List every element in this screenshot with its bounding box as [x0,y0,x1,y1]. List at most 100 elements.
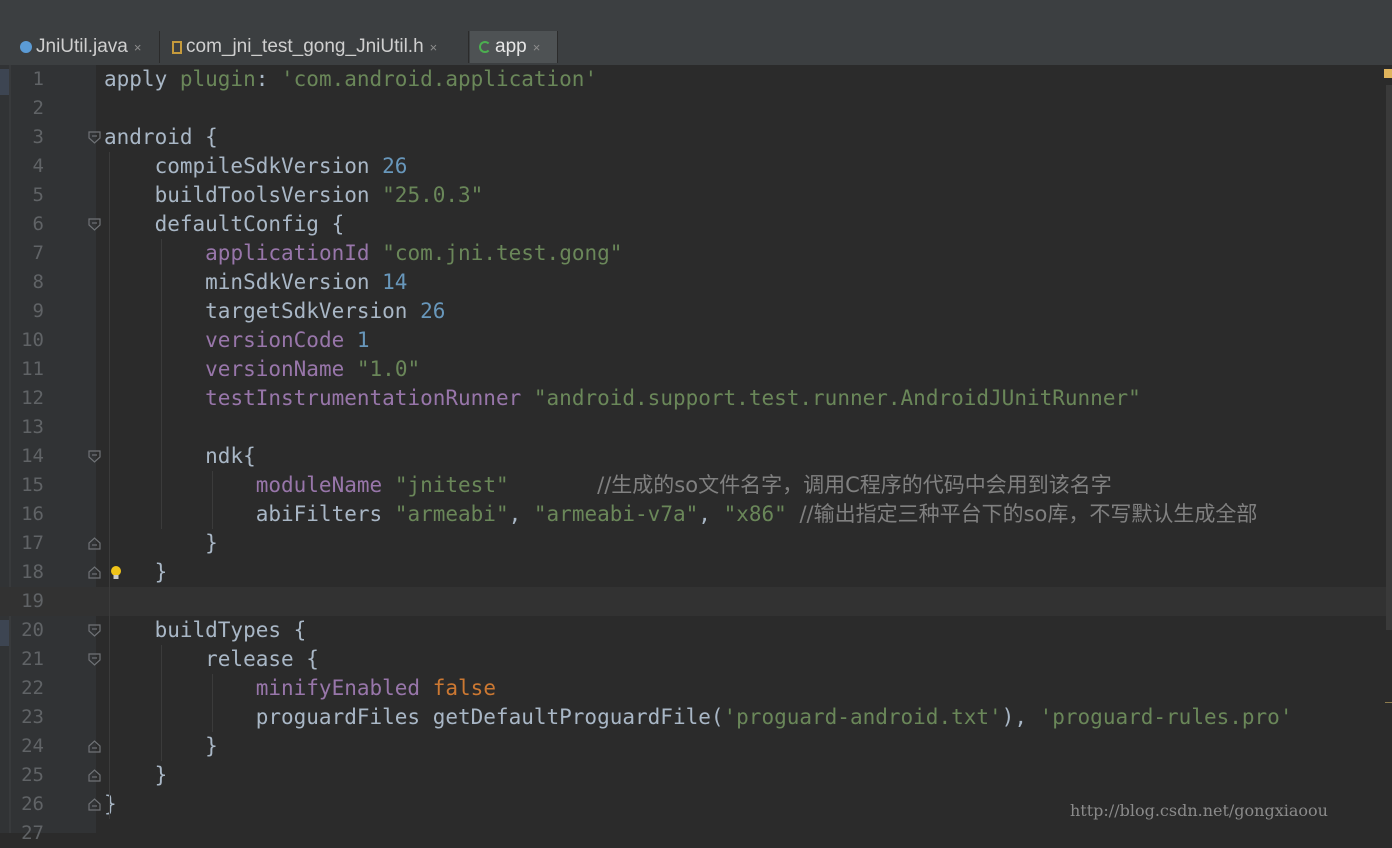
code-line[interactable]: 20 buildTypes { [0,616,1392,645]
code-text[interactable]: buildToolsVersion "25.0.3" [104,181,484,210]
line-number[interactable]: 15 [18,471,44,500]
fold-open-icon[interactable] [88,450,101,463]
code-text[interactable]: buildTypes { [104,616,307,645]
line-number[interactable]: 8 [18,268,44,297]
fold-close-icon[interactable] [88,740,101,753]
line-number[interactable]: 24 [18,732,44,761]
code-line[interactable]: 9 targetSdkVersion 26 [0,297,1392,326]
line-number[interactable]: 14 [18,442,44,471]
code-line[interactable]: 1 apply plugin: 'com.android.application' [0,65,1392,94]
code-line[interactable]: 10 versionCode 1 [0,326,1392,355]
code-text[interactable]: moduleName "jnitest" //生成的so文件名字，调用C程序的代… [104,471,1112,500]
code-line[interactable]: 3 android { [0,123,1392,152]
code-text[interactable]: minSdkVersion 14 [104,268,407,297]
code-line[interactable]: 8 minSdkVersion 14 [0,268,1392,297]
line-number[interactable]: 2 [18,94,44,123]
line-number[interactable]: 20 [18,616,44,645]
line-number[interactable]: 5 [18,181,44,210]
line-number[interactable]: 11 [18,355,44,384]
code-text[interactable]: targetSdkVersion 26 [104,297,445,326]
code-text[interactable]: minifyEnabled false [104,674,496,703]
tab-jniutil-java[interactable]: JniUtil.java × [11,31,160,63]
code-line[interactable]: 15 moduleName "jnitest" //生成的so文件名字，调用C程… [0,471,1392,500]
close-icon[interactable]: × [134,40,142,55]
code-line[interactable]: 12 testInstrumentationRunner "android.su… [0,384,1392,413]
code-text[interactable]: android { [104,123,218,152]
line-number[interactable]: 25 [18,761,44,790]
code-text[interactable]: abiFilters "armeabi", "armeabi-v7a", "x8… [104,500,1258,529]
code-line[interactable]: 25 } [0,761,1392,790]
line-number[interactable]: 23 [18,703,44,732]
code-line[interactable]: 27 [0,819,1392,848]
line-number[interactable]: 9 [18,297,44,326]
fold-open-icon[interactable] [88,653,101,666]
fold-close-icon[interactable] [88,769,101,782]
code-line[interactable]: 4 compileSdkVersion 26 [0,152,1392,181]
code-token: , [508,502,534,526]
fold-open-icon[interactable] [88,624,101,637]
fold-open-icon[interactable] [88,131,101,144]
code-line[interactable]: 5 buildToolsVersion "25.0.3" [0,181,1392,210]
code-line[interactable]: 18 } [0,558,1392,587]
line-number[interactable]: 27 [18,819,44,848]
fold-open-icon[interactable] [88,218,101,231]
code-line[interactable]: 6 defaultConfig { [0,210,1392,239]
code-line[interactable]: 11 versionName "1.0" [0,355,1392,384]
code-text[interactable]: } [104,761,168,790]
fold-close-icon[interactable] [88,566,101,579]
line-number[interactable]: 17 [18,529,44,558]
line-number[interactable]: 26 [18,790,44,819]
line-number[interactable]: 21 [18,645,44,674]
line-number[interactable]: 4 [18,152,44,181]
line-number[interactable]: 7 [18,239,44,268]
tab-app-gradle[interactable]: app × [470,31,558,63]
line-number[interactable]: 19 [18,587,44,616]
code-text[interactable]: compileSdkVersion 26 [104,152,408,181]
lightbulb-icon[interactable] [109,565,123,581]
line-number[interactable]: 16 [18,500,44,529]
code-line[interactable]: 7 applicationId "com.jni.test.gong" [0,239,1392,268]
close-icon[interactable]: × [430,40,438,55]
code-token: 1 [356,328,370,352]
code-text[interactable]: testInstrumentationRunner "android.suppo… [104,384,1141,413]
code-line[interactable]: 21 release { [0,645,1392,674]
code-line[interactable]: 22 minifyEnabled false [0,674,1392,703]
code-line[interactable]: 23 proguardFiles getDefaultProguardFile(… [0,703,1392,732]
code-line[interactable]: 2 [0,94,1392,123]
code-line[interactable]: 13 [0,413,1392,442]
warning-stripe-icon[interactable] [1384,69,1392,78]
close-icon[interactable]: × [533,40,541,55]
vertical-scrollbar[interactable] [1386,85,1392,630]
code-line[interactable]: 17 } [0,529,1392,558]
code-token: false [432,676,496,700]
line-number[interactable]: 6 [18,210,44,239]
code-line[interactable]: 16 abiFilters "armeabi", "armeabi-v7a", … [0,500,1392,529]
code-text[interactable]: release { [104,645,319,674]
code-text[interactable]: versionName "1.0" [104,355,420,384]
caret-row[interactable]: 19 [0,587,1392,616]
line-number[interactable]: 10 [18,326,44,355]
tab-jniutil-header[interactable]: com_jni_test_gong_JniUtil.h × [161,31,469,63]
error-stripe-mark[interactable] [1385,702,1392,703]
code-text[interactable]: defaultConfig { [104,210,345,239]
line-number[interactable]: 1 [18,65,44,94]
line-number[interactable]: 18 [18,558,44,587]
code-line[interactable]: 24 } [0,732,1392,761]
code-token: testInstrumentationRunner [205,386,522,410]
line-number[interactable]: 22 [18,674,44,703]
code-text[interactable]: versionCode 1 [104,326,370,355]
code-text[interactable]: proguardFiles getDefaultProguardFile('pr… [104,703,1293,732]
line-number[interactable]: 3 [18,123,44,152]
fold-close-icon[interactable] [88,537,101,550]
fold-close-icon[interactable] [88,798,101,811]
code-text[interactable]: applicationId "com.jni.test.gong" [104,239,622,268]
code-line[interactable]: 14 ndk{ [0,442,1392,471]
code-text[interactable]: apply plugin: 'com.android.application' [104,65,597,94]
code-text[interactable]: } [104,790,117,819]
line-number[interactable]: 13 [18,413,44,442]
code-text[interactable]: ndk{ [104,442,256,471]
line-number[interactable]: 12 [18,384,44,413]
code-text[interactable]: } [104,529,218,558]
